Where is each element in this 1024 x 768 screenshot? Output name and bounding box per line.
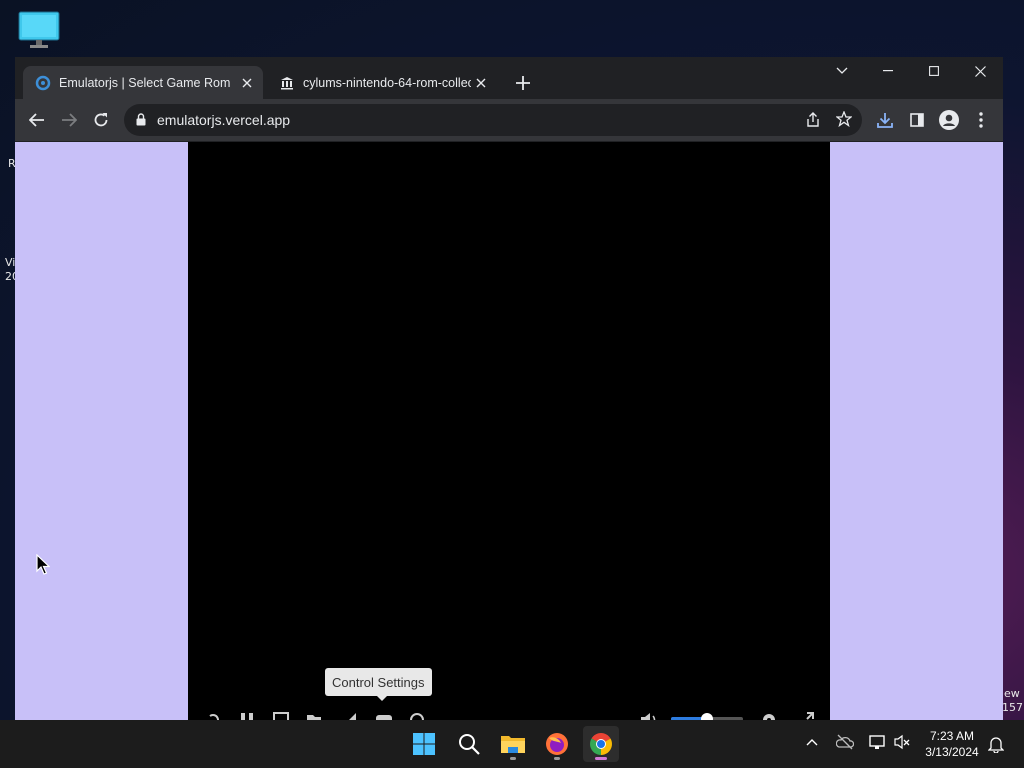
url-text: emulatorjs.vercel.app — [157, 112, 291, 128]
close-icon — [974, 65, 986, 77]
tab-title: Emulatorjs | Select Game Rom — [59, 75, 231, 90]
tab-search-button[interactable] — [819, 57, 865, 85]
tab-cylums-rom-collection[interactable]: cylums-nintendo-64-rom-collect — [267, 66, 497, 99]
gamepad-icon[interactable] — [375, 712, 393, 720]
close-window-button[interactable] — [957, 57, 1003, 85]
volume-icon[interactable] — [640, 712, 658, 720]
profile-button[interactable] — [936, 107, 962, 133]
onedrive-offline-icon[interactable] — [836, 734, 854, 750]
fullscreen-icon[interactable] — [798, 712, 814, 720]
taskbar: 7:23 AM 3/13/2024 — [0, 720, 1024, 768]
running-indicator — [554, 757, 560, 760]
back-button[interactable] — [24, 107, 50, 133]
reload-icon — [94, 113, 108, 127]
close-tab-icon[interactable] — [237, 73, 257, 93]
close-tab-icon[interactable] — [471, 73, 491, 93]
control-settings-tooltip: Control Settings — [325, 668, 432, 701]
netplay-icon[interactable] — [409, 712, 425, 720]
minimize-button[interactable] — [865, 57, 911, 85]
volume-muted-icon[interactable] — [894, 734, 910, 750]
tab-title: cylums-nintendo-64-rom-collect — [303, 75, 471, 90]
plus-icon — [516, 76, 530, 90]
file-explorer-icon — [501, 736, 525, 753]
download-icon — [877, 113, 893, 128]
emulator-control-bar — [188, 708, 830, 720]
chevron-up-icon[interactable] — [806, 738, 818, 746]
lock-icon — [136, 113, 146, 126]
forward-button[interactable] — [56, 107, 82, 133]
this-pc-desktop-icon[interactable] — [18, 11, 60, 49]
browser-toolbar: emulatorjs.vercel.app — [15, 99, 1003, 141]
load-state-icon[interactable] — [306, 712, 322, 720]
start-button[interactable] — [406, 726, 442, 762]
reload-button[interactable] — [88, 107, 114, 133]
emulator-game-canvas[interactable]: Control Settings — [188, 142, 830, 720]
browser-menu-button[interactable] — [968, 107, 994, 133]
mouse-cursor-icon — [36, 554, 50, 575]
network-icon[interactable] — [868, 734, 886, 750]
minimize-icon — [883, 70, 893, 72]
system-clock[interactable]: 7:23 AM 3/13/2024 — [920, 728, 984, 760]
desktop-label-fragment: 157 — [1002, 701, 1023, 714]
bookmark-star-icon[interactable] — [836, 111, 852, 127]
page-content: Control Settings — [15, 142, 1003, 720]
address-bar[interactable]: emulatorjs.vercel.app — [124, 104, 862, 136]
tab-emulatorjs[interactable]: Emulatorjs | Select Game Rom — [23, 66, 263, 99]
more-vertical-icon — [979, 112, 983, 128]
pause-icon[interactable] — [240, 712, 254, 720]
tab-strip: Emulatorjs | Select Game Rom cylums-nint… — [15, 57, 1003, 99]
emulatorjs-icon — [35, 75, 51, 91]
taskbar-file-explorer[interactable] — [495, 726, 531, 762]
save-state-icon[interactable] — [273, 712, 289, 720]
clock-date: 3/13/2024 — [925, 745, 979, 759]
chrome-icon — [590, 733, 612, 755]
windows-start-icon — [413, 733, 435, 755]
maximize-button[interactable] — [911, 57, 957, 85]
browser-window: Emulatorjs | Select Game Rom cylums-nint… — [15, 57, 1003, 720]
firefox-icon — [546, 733, 568, 755]
desktop-label-fragment: Vi — [5, 256, 16, 269]
side-panel-icon — [910, 113, 924, 127]
downloads-button[interactable] — [872, 107, 898, 133]
clock-time: 7:23 AM — [929, 729, 975, 743]
restart-icon[interactable] — [205, 712, 221, 720]
search-icon — [459, 734, 480, 755]
taskbar-chrome[interactable] — [583, 726, 619, 762]
active-indicator — [595, 757, 607, 760]
arrow-right-icon — [62, 113, 77, 127]
running-indicator — [510, 757, 516, 760]
settings-gear-icon[interactable] — [761, 712, 777, 720]
avatar-icon — [939, 110, 959, 130]
chevron-down-icon — [836, 67, 848, 74]
side-panel-button[interactable] — [904, 107, 930, 133]
desktop-label-fragment: ew — [1004, 687, 1020, 700]
archive-icon — [279, 75, 295, 91]
arrow-left-icon — [29, 113, 44, 127]
maximize-icon — [929, 66, 939, 76]
taskbar-firefox[interactable] — [539, 726, 575, 762]
cheats-icon[interactable] — [341, 712, 357, 720]
volume-slider[interactable] — [671, 712, 743, 720]
taskbar-search-button[interactable] — [451, 726, 487, 762]
share-icon[interactable] — [805, 112, 821, 128]
notification-bell-icon[interactable] — [988, 735, 1004, 753]
new-tab-button[interactable] — [511, 71, 535, 95]
